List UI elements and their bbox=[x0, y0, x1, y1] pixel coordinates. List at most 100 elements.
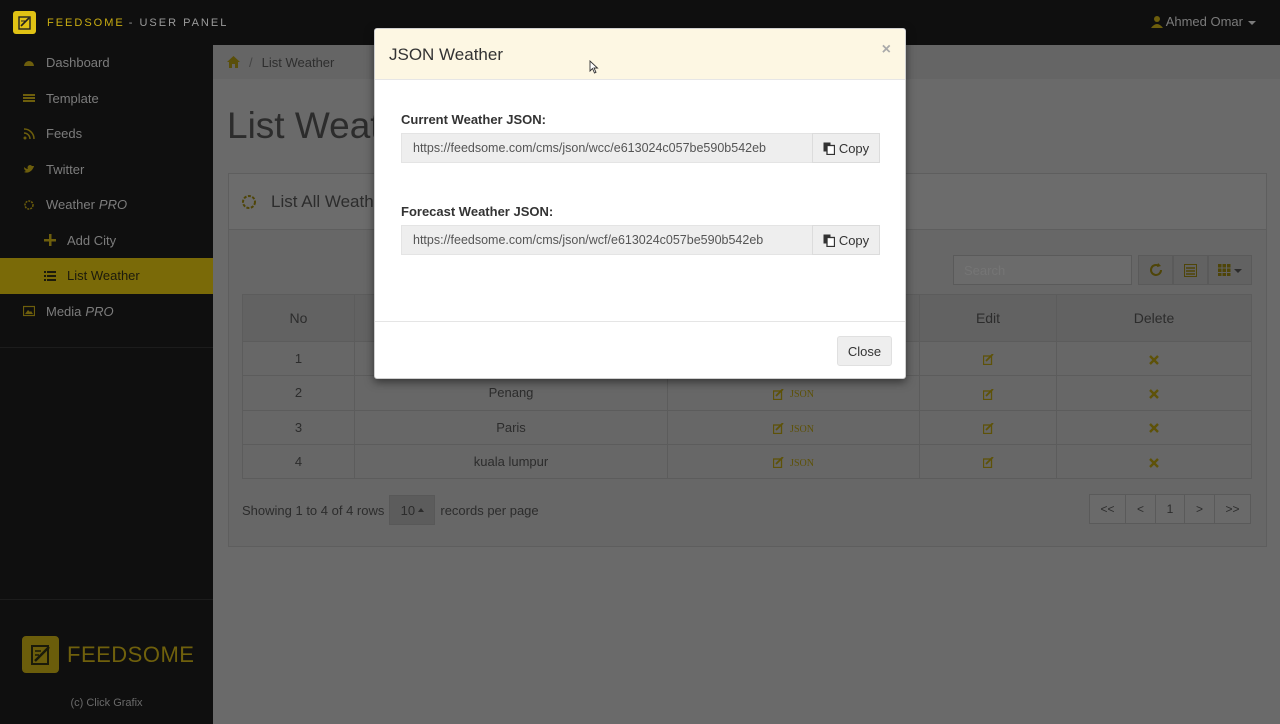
edit-icon[interactable] bbox=[773, 457, 784, 469]
copyright: (c) Click Grafix bbox=[70, 697, 143, 709]
footer-logo-text: FEEDSOME bbox=[67, 641, 195, 667]
sidebar-item-dashboard[interactable]: Dashboard bbox=[0, 45, 213, 81]
sidebar-item-label: Weather bbox=[46, 197, 95, 213]
page-1-button[interactable]: 1 bbox=[1155, 494, 1185, 524]
forecast-weather-url-field[interactable]: https://feedsome.com/cms/json/wcf/e61302… bbox=[401, 225, 812, 255]
delete-icon[interactable] bbox=[1149, 389, 1159, 399]
sidebar-item-label: List Weather bbox=[67, 268, 140, 284]
edit-icon[interactable] bbox=[982, 354, 994, 366]
breadcrumb-current: List Weather bbox=[261, 54, 335, 70]
sun-icon bbox=[242, 194, 256, 209]
twitter-icon bbox=[23, 163, 35, 175]
edit-icon[interactable] bbox=[982, 422, 994, 434]
json-link[interactable]: JSON bbox=[790, 458, 814, 469]
json-link[interactable]: JSON bbox=[790, 424, 814, 435]
sidebar-item-add-city[interactable]: Add City bbox=[0, 223, 213, 259]
forecast-weather-label: Forecast Weather JSON: bbox=[401, 204, 554, 219]
refresh-icon bbox=[1149, 263, 1162, 276]
sidebar-item-label: Feeds bbox=[46, 126, 83, 142]
column-header-no[interactable]: No bbox=[242, 294, 355, 342]
edit-icon[interactable] bbox=[773, 388, 784, 400]
forecast-weather-input-group: https://feedsome.com/cms/json/wcf/e61302… bbox=[401, 225, 880, 255]
page-last-button[interactable]: >> bbox=[1214, 494, 1251, 524]
column-header-edit[interactable]: Edit bbox=[919, 294, 1057, 342]
page-first-button[interactable]: << bbox=[1089, 494, 1126, 524]
sidebar: Dashboard Template Feeds Twitter Weather… bbox=[0, 45, 213, 724]
modal-title: JSON Weather bbox=[389, 45, 504, 64]
sidebar-item-twitter[interactable]: Twitter bbox=[0, 152, 213, 188]
delete-icon[interactable] bbox=[1149, 423, 1159, 434]
edit-icon[interactable] bbox=[982, 457, 994, 469]
sidebar-item-media[interactable]: Media PRO bbox=[0, 294, 213, 330]
grid-icon bbox=[1218, 264, 1231, 276]
copy-label: Copy bbox=[838, 232, 870, 248]
delete-cell bbox=[1056, 375, 1252, 411]
json-weather-modal: JSON Weather × Current Weather JSON: htt… bbox=[374, 28, 906, 379]
close-icon[interactable]: × bbox=[882, 41, 891, 59]
close-button[interactable]: Close bbox=[837, 336, 892, 366]
user-name: Ahmed Omar bbox=[1165, 14, 1243, 29]
edit-cell bbox=[919, 443, 1057, 480]
column-header-delete[interactable]: Delete bbox=[1056, 294, 1252, 342]
current-weather-label: Current Weather JSON: bbox=[401, 112, 546, 127]
panel-title: List All Weath bbox=[271, 191, 374, 211]
copy-forecast-button[interactable]: Copy bbox=[812, 225, 880, 255]
sidebar-item-weather[interactable]: Weather PRO bbox=[0, 187, 213, 223]
modal-header: JSON Weather × bbox=[375, 29, 905, 80]
sidebar-item-label: Add City bbox=[67, 232, 117, 248]
edit-cell bbox=[919, 409, 1057, 445]
pro-label: PRO bbox=[98, 197, 128, 213]
brand[interactable]: FEEDSOME - USER PANEL bbox=[13, 11, 228, 34]
toggle-view-button[interactable] bbox=[1173, 255, 1208, 285]
sidebar-item-template[interactable]: Template bbox=[0, 81, 213, 117]
page-prev-button[interactable]: < bbox=[1125, 494, 1156, 524]
caret-down-icon bbox=[1248, 20, 1256, 25]
page-size-select[interactable]: 10 bbox=[389, 495, 436, 525]
sidebar-item-label: Template bbox=[46, 90, 99, 106]
table-row: 3 Paris JSON bbox=[242, 409, 1252, 445]
row-json: JSON bbox=[667, 443, 920, 480]
columns-button[interactable] bbox=[1208, 255, 1252, 285]
brand-logo-icon bbox=[13, 11, 36, 34]
json-link[interactable]: JSON bbox=[790, 389, 814, 400]
list-icon bbox=[44, 270, 56, 282]
home-icon[interactable] bbox=[227, 56, 240, 68]
brand-name: FEEDSOME bbox=[47, 16, 125, 29]
pagination-info: Showing 1 to 4 of 4 rows 10 records per … bbox=[242, 495, 539, 525]
copy-label: Copy bbox=[838, 140, 870, 156]
sidebar-item-feeds[interactable]: Feeds bbox=[0, 116, 213, 152]
row-city: Paris bbox=[354, 409, 668, 445]
edit-icon[interactable] bbox=[773, 422, 784, 434]
row-number: 2 bbox=[242, 375, 355, 411]
breadcrumb-separator: / bbox=[249, 54, 253, 70]
current-weather-input-group: https://feedsome.com/cms/json/wcc/e61302… bbox=[401, 133, 880, 163]
user-menu[interactable]: Ahmed Omar bbox=[1150, 14, 1256, 29]
delete-icon[interactable] bbox=[1149, 354, 1159, 365]
sun-icon bbox=[23, 199, 35, 211]
footer-logo: FEEDSOME bbox=[22, 636, 194, 673]
row-number: 1 bbox=[242, 340, 355, 377]
sidebar-item-list-weather[interactable]: List Weather bbox=[0, 258, 213, 294]
showing-rows-text: Showing 1 to 4 of 4 rows bbox=[242, 502, 385, 518]
caret-up-icon bbox=[418, 508, 425, 512]
table-row: 4 kuala lumpur JSON bbox=[242, 443, 1252, 480]
row-number: 4 bbox=[242, 443, 355, 480]
page-next-button[interactable]: > bbox=[1184, 494, 1215, 524]
refresh-button[interactable] bbox=[1138, 255, 1173, 285]
mouse-cursor-icon bbox=[589, 60, 599, 74]
sidebar-divider bbox=[0, 347, 213, 348]
table-toolbar bbox=[1138, 255, 1252, 285]
rss-icon bbox=[23, 128, 35, 140]
copy-current-button[interactable]: Copy bbox=[812, 133, 880, 163]
feedsome-logo-icon bbox=[22, 636, 59, 673]
list-icon bbox=[23, 92, 35, 104]
search-input[interactable] bbox=[953, 255, 1132, 285]
edit-icon[interactable] bbox=[982, 388, 994, 400]
sidebar-item-label: Dashboard bbox=[46, 55, 110, 71]
table-row: 2 Penang JSON bbox=[242, 375, 1252, 411]
delete-icon[interactable] bbox=[1149, 457, 1159, 468]
pagination: << < 1 > >> bbox=[1089, 494, 1251, 524]
row-city: Penang bbox=[354, 375, 668, 411]
current-weather-url-field[interactable]: https://feedsome.com/cms/json/wcc/e61302… bbox=[401, 133, 812, 163]
records-per-page-text: records per page bbox=[440, 502, 539, 518]
